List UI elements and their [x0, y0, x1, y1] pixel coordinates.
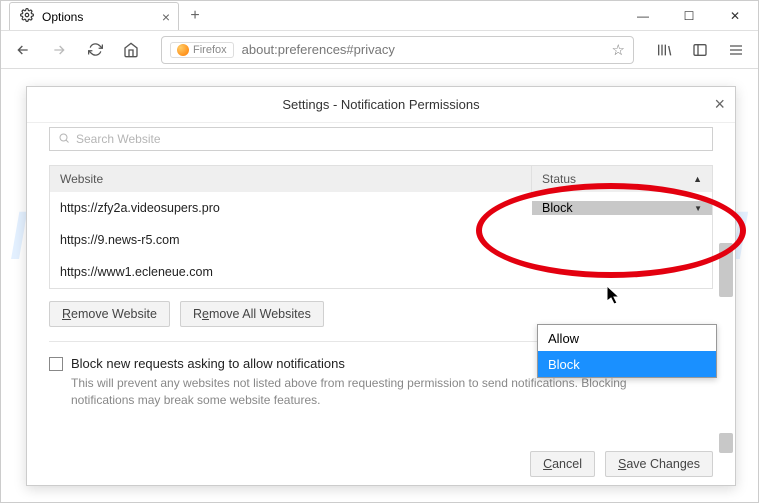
website-cell: https://9.news-r5.com: [50, 233, 532, 247]
library-icon[interactable]: [650, 36, 678, 64]
url-text: about:preferences#privacy: [242, 42, 612, 57]
dialog-header: Settings - Notification Permissions ×: [27, 87, 735, 123]
dialog-body: Search Website Website Status ▲ https://…: [27, 123, 735, 485]
remove-all-websites-button[interactable]: Remove All Websites: [180, 301, 324, 327]
forward-button[interactable]: [45, 36, 73, 64]
menu-icon[interactable]: [722, 36, 750, 64]
reload-button[interactable]: [81, 36, 109, 64]
back-button[interactable]: [9, 36, 37, 64]
tab-title: Options: [42, 10, 83, 24]
search-icon: [58, 132, 70, 147]
maximize-button[interactable]: ☐: [666, 1, 712, 31]
notification-permissions-dialog: Settings - Notification Permissions × Se…: [26, 86, 736, 486]
table-row[interactable]: https://zfy2a.videosupers.pro Block ▼: [50, 192, 712, 224]
website-cell: https://zfy2a.videosupers.pro: [50, 201, 532, 215]
firefox-icon: [177, 44, 189, 56]
minimize-button[interactable]: —: [620, 1, 666, 31]
close-window-button[interactable]: ✕: [712, 1, 758, 31]
scrollbar-thumb[interactable]: [719, 433, 733, 453]
table-header: Website Status ▲: [50, 166, 712, 192]
dialog-footer: Cancel Save Changes: [530, 451, 713, 477]
status-dropdown[interactable]: Block ▼: [532, 201, 712, 215]
gear-icon: [20, 8, 34, 25]
url-bar[interactable]: Firefox about:preferences#privacy ☆: [161, 36, 634, 64]
table-row[interactable]: https://www1.ecleneue.com: [50, 256, 712, 288]
new-tab-button[interactable]: +: [181, 2, 209, 30]
browser-tab-options[interactable]: Options ×: [9, 2, 179, 30]
cancel-button[interactable]: Cancel: [530, 451, 595, 477]
scrollbar-thumb[interactable]: [719, 243, 733, 297]
chevron-down-icon: ▼: [694, 204, 702, 213]
column-website[interactable]: Website: [50, 166, 532, 192]
block-new-checkbox[interactable]: [49, 357, 63, 371]
column-status[interactable]: Status ▲: [532, 166, 712, 192]
save-changes-button[interactable]: Save Changes: [605, 451, 713, 477]
dialog-close-icon[interactable]: ×: [714, 94, 725, 115]
firefox-badge-label: Firefox: [193, 44, 227, 56]
table-row[interactable]: https://9.news-r5.com: [50, 224, 712, 256]
remove-website-button[interactable]: Remove Website: [49, 301, 170, 327]
dialog-title: Settings - Notification Permissions: [282, 97, 479, 112]
permissions-table: Website Status ▲ https://zfy2a.videosupe…: [49, 165, 713, 289]
sidebar-icon[interactable]: [686, 36, 714, 64]
search-placeholder: Search Website: [76, 132, 161, 146]
sort-arrow-icon: ▲: [693, 174, 702, 184]
nav-toolbar: Firefox about:preferences#privacy ☆: [1, 31, 758, 69]
home-button[interactable]: [117, 36, 145, 64]
tab-close-icon[interactable]: ×: [162, 9, 170, 25]
website-cell: https://www1.ecleneue.com: [50, 265, 532, 279]
dropdown-option-block[interactable]: Block: [538, 351, 716, 377]
bookmark-star-icon[interactable]: ☆: [612, 41, 625, 59]
dropdown-option-allow[interactable]: Allow: [538, 325, 716, 351]
window-titlebar: Options × + — ☐ ✕: [1, 1, 758, 31]
search-website-input[interactable]: Search Website: [49, 127, 713, 151]
tab-strip: Options × +: [1, 1, 620, 30]
block-new-help-text: This will prevent any websites not liste…: [71, 375, 691, 409]
block-new-label: Block new requests asking to allow notif…: [71, 356, 345, 371]
status-dropdown-menu: Allow Block: [537, 324, 717, 378]
window-controls: — ☐ ✕: [620, 1, 758, 31]
firefox-badge: Firefox: [170, 42, 234, 58]
